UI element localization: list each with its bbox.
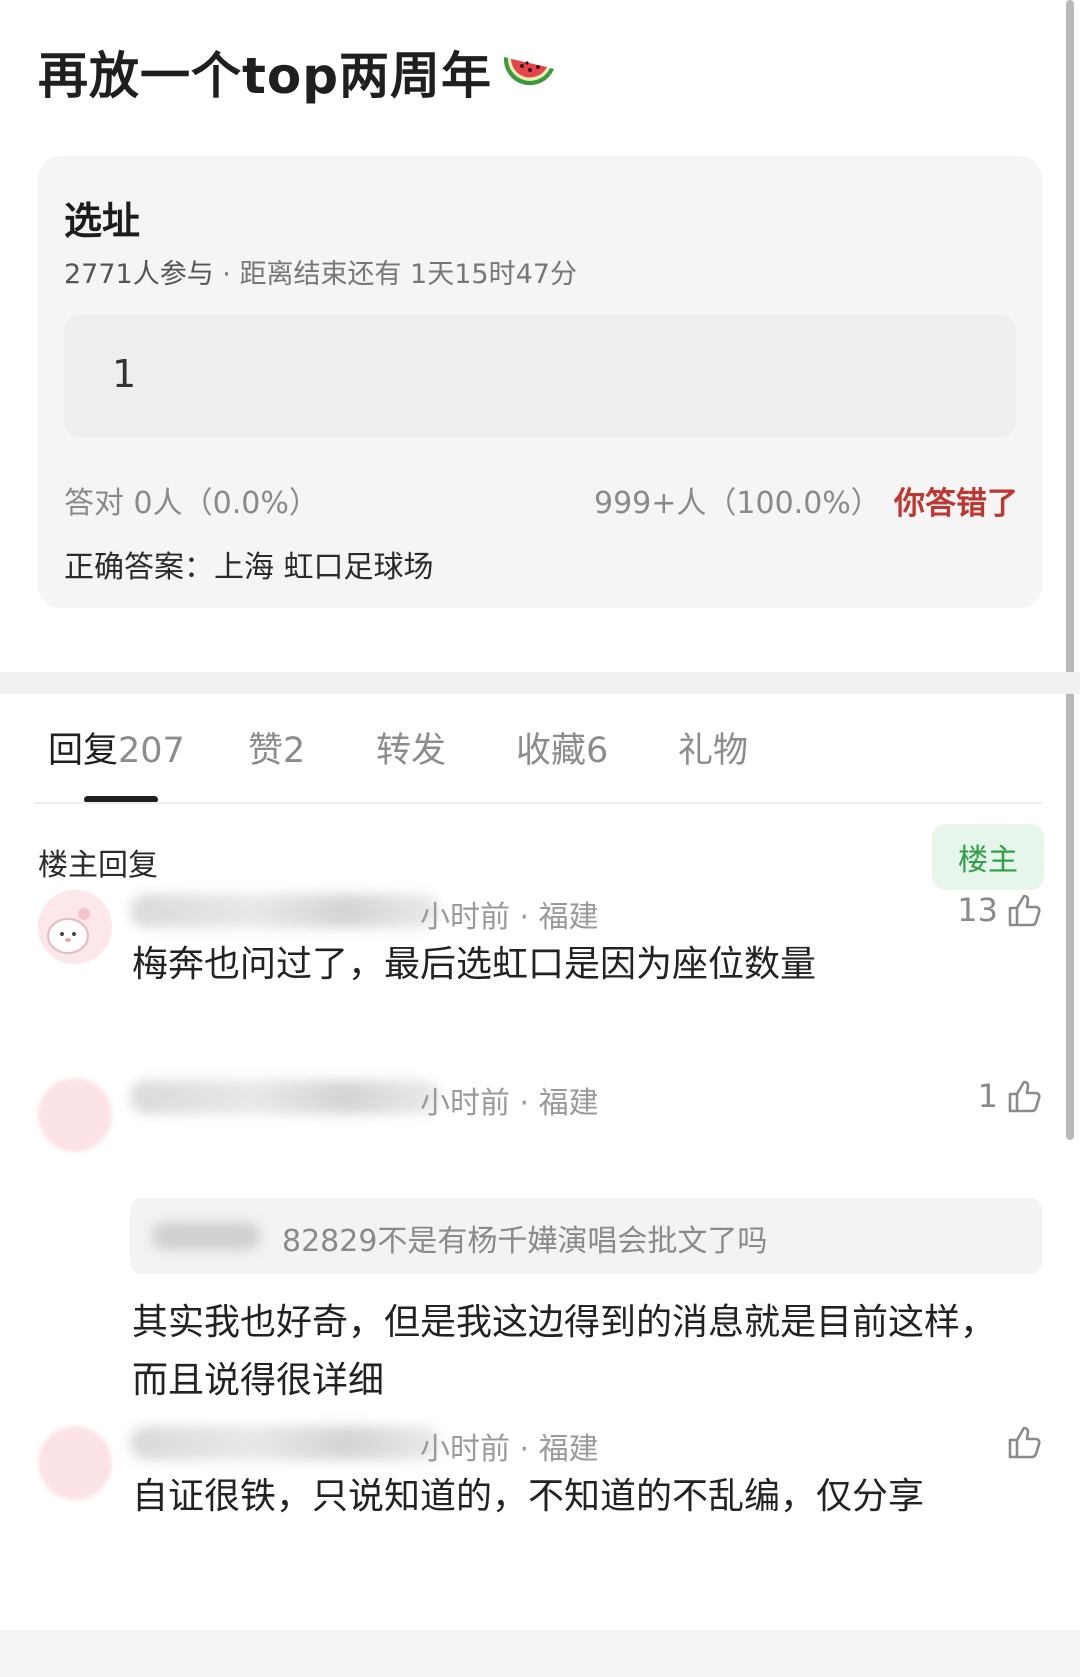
tab-label: 礼物 (678, 731, 749, 771)
like-count: 1 (977, 1077, 998, 1115)
tab-divider (34, 802, 1042, 804)
tab-label: 赞 (248, 731, 284, 771)
username-blurred[interactable] (130, 1426, 440, 1460)
tab-replies[interactable]: 回复207 (48, 722, 185, 773)
comment-text: 其实我也好奇，但是我这边得到的消息就是目前这样，而且说得很详细 (132, 1302, 997, 1401)
tab-count: 207 (118, 731, 185, 771)
bottom-bar (0, 1630, 1080, 1677)
watermelon-icon (500, 49, 558, 95)
quoted-reply[interactable]: 82829不是有杨千嬅演唱会批文了吗 (130, 1198, 1042, 1274)
participant-count: 2771人参与 (64, 259, 214, 290)
correct-stats: 答对 0人（0.0%） (64, 486, 319, 521)
quoted-text: 82829不是有杨千嬅演唱会批文了吗 (282, 1224, 768, 1259)
thumbs-up-icon (1008, 894, 1041, 927)
quiz-option-text: 1 (112, 352, 137, 396)
quoted-username-blurred (152, 1222, 260, 1250)
tab-gifts[interactable]: 礼物 (678, 722, 748, 773)
quiz-card: 选址 2771人参与 · 距离结束还有 1天15时47分 1 答对 0人（0.0… (38, 156, 1042, 608)
like-count: 13 (957, 891, 998, 929)
like-button[interactable]: 1 (978, 1076, 1044, 1116)
comment-text: 梅奔也问过了，最后选虹口是因为座位数量 (132, 944, 817, 985)
owner-filter-button[interactable]: 楼主 (932, 824, 1044, 890)
comment-meta: 小时前 · 福建 (420, 1086, 599, 1121)
comment-meta: 小时前 · 福建 (420, 900, 599, 935)
quiz-option[interactable]: 1 (64, 314, 1016, 438)
owner-reply-filter-label: 楼主回复 (38, 848, 158, 883)
thumbs-up-icon (1008, 1426, 1041, 1459)
username-blurred[interactable] (130, 1080, 440, 1114)
tab-count: 6 (586, 731, 609, 771)
tab-label: 收藏 (516, 731, 587, 771)
wrong-stats: 999+人（100.0%） (594, 486, 881, 521)
tab-label: 转发 (376, 731, 447, 771)
page-title: 再放一个top两周年 (38, 36, 558, 108)
username-blurred[interactable] (130, 894, 440, 928)
correct-answer: 正确答案：上海 虹口足球场 (64, 550, 434, 585)
countdown: 距离结束还有 1天15时47分 (239, 259, 577, 290)
tab-likes[interactable]: 赞2 (248, 722, 305, 773)
section-divider (0, 672, 1080, 694)
like-button[interactable]: 13 (957, 890, 1044, 930)
comment-meta: 小时前 · 福建 (420, 1432, 599, 1467)
avatar[interactable] (38, 1078, 112, 1152)
result-label: 你答错了 (894, 486, 1018, 522)
avatar-illustration-icon (38, 890, 112, 964)
tab-count: 2 (283, 731, 306, 771)
page-title-text: 再放一个top两周年 (38, 47, 493, 105)
tab-reposts[interactable]: 转发 (376, 722, 446, 773)
like-button[interactable] (998, 1422, 1044, 1462)
meta-separator: · (213, 259, 240, 290)
quiz-heading: 选址 (64, 199, 141, 243)
quiz-meta: 2771人参与 · 距离结束还有 1天15时47分 (64, 252, 577, 291)
scrollbar[interactable] (1066, 0, 1074, 1140)
thumbs-up-icon (1008, 1080, 1041, 1113)
tab-bar: 回复207 赞2 转发 收藏6 礼物 (0, 722, 1080, 803)
avatar[interactable] (38, 1426, 112, 1500)
avatar[interactable] (38, 890, 112, 964)
comment-text: 自证很铁，只说知道的，不知道的不乱编，仅分享 (132, 1476, 925, 1517)
tab-favorites[interactable]: 收藏6 (516, 722, 608, 773)
tab-label: 回复 (48, 731, 119, 771)
